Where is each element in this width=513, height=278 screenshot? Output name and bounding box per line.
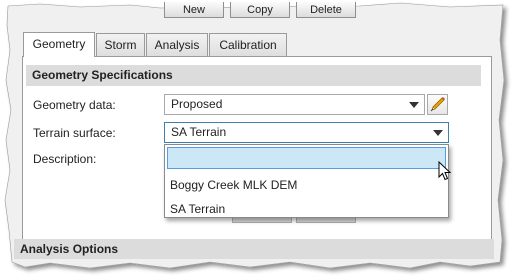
tab-calibration[interactable]: Calibration bbox=[209, 33, 287, 56]
chevron-down-icon[interactable] bbox=[409, 102, 419, 108]
terrain-surface-label: Terrain surface: bbox=[33, 126, 116, 140]
geometry-data-value: Proposed bbox=[171, 97, 223, 111]
terrain-dropdown-list: Boggy Creek MLK DEM SA Terrain bbox=[164, 144, 449, 218]
tab-geometry[interactable]: Geometry bbox=[23, 32, 95, 57]
analysis-options-header: Analysis Options bbox=[14, 239, 494, 259]
delete-button[interactable]: Delete bbox=[296, 2, 356, 18]
mouse-cursor-icon bbox=[438, 161, 452, 181]
description-label: Description: bbox=[33, 152, 97, 166]
chevron-down-icon[interactable] bbox=[433, 130, 443, 136]
tab-storm[interactable]: Storm bbox=[96, 33, 145, 56]
new-button[interactable]: New bbox=[164, 2, 224, 18]
geometry-specifications-header: Geometry Specifications bbox=[26, 65, 481, 86]
pencil-icon bbox=[430, 97, 445, 112]
dropdown-filter-input[interactable] bbox=[167, 147, 446, 169]
copy-button[interactable]: Copy bbox=[230, 2, 290, 18]
dropdown-option-boggy-creek[interactable]: Boggy Creek MLK DEM bbox=[170, 178, 297, 192]
terrain-surface-select[interactable]: SA Terrain bbox=[164, 122, 449, 143]
geometry-data-select[interactable]: Proposed bbox=[164, 94, 425, 115]
tab-analysis[interactable]: Analysis bbox=[146, 33, 208, 56]
edit-geometry-button[interactable] bbox=[427, 94, 448, 115]
geometry-data-label: Geometry data: bbox=[33, 98, 116, 112]
dropdown-option-sa-terrain[interactable]: SA Terrain bbox=[170, 202, 225, 216]
terrain-surface-value: SA Terrain bbox=[171, 125, 227, 139]
